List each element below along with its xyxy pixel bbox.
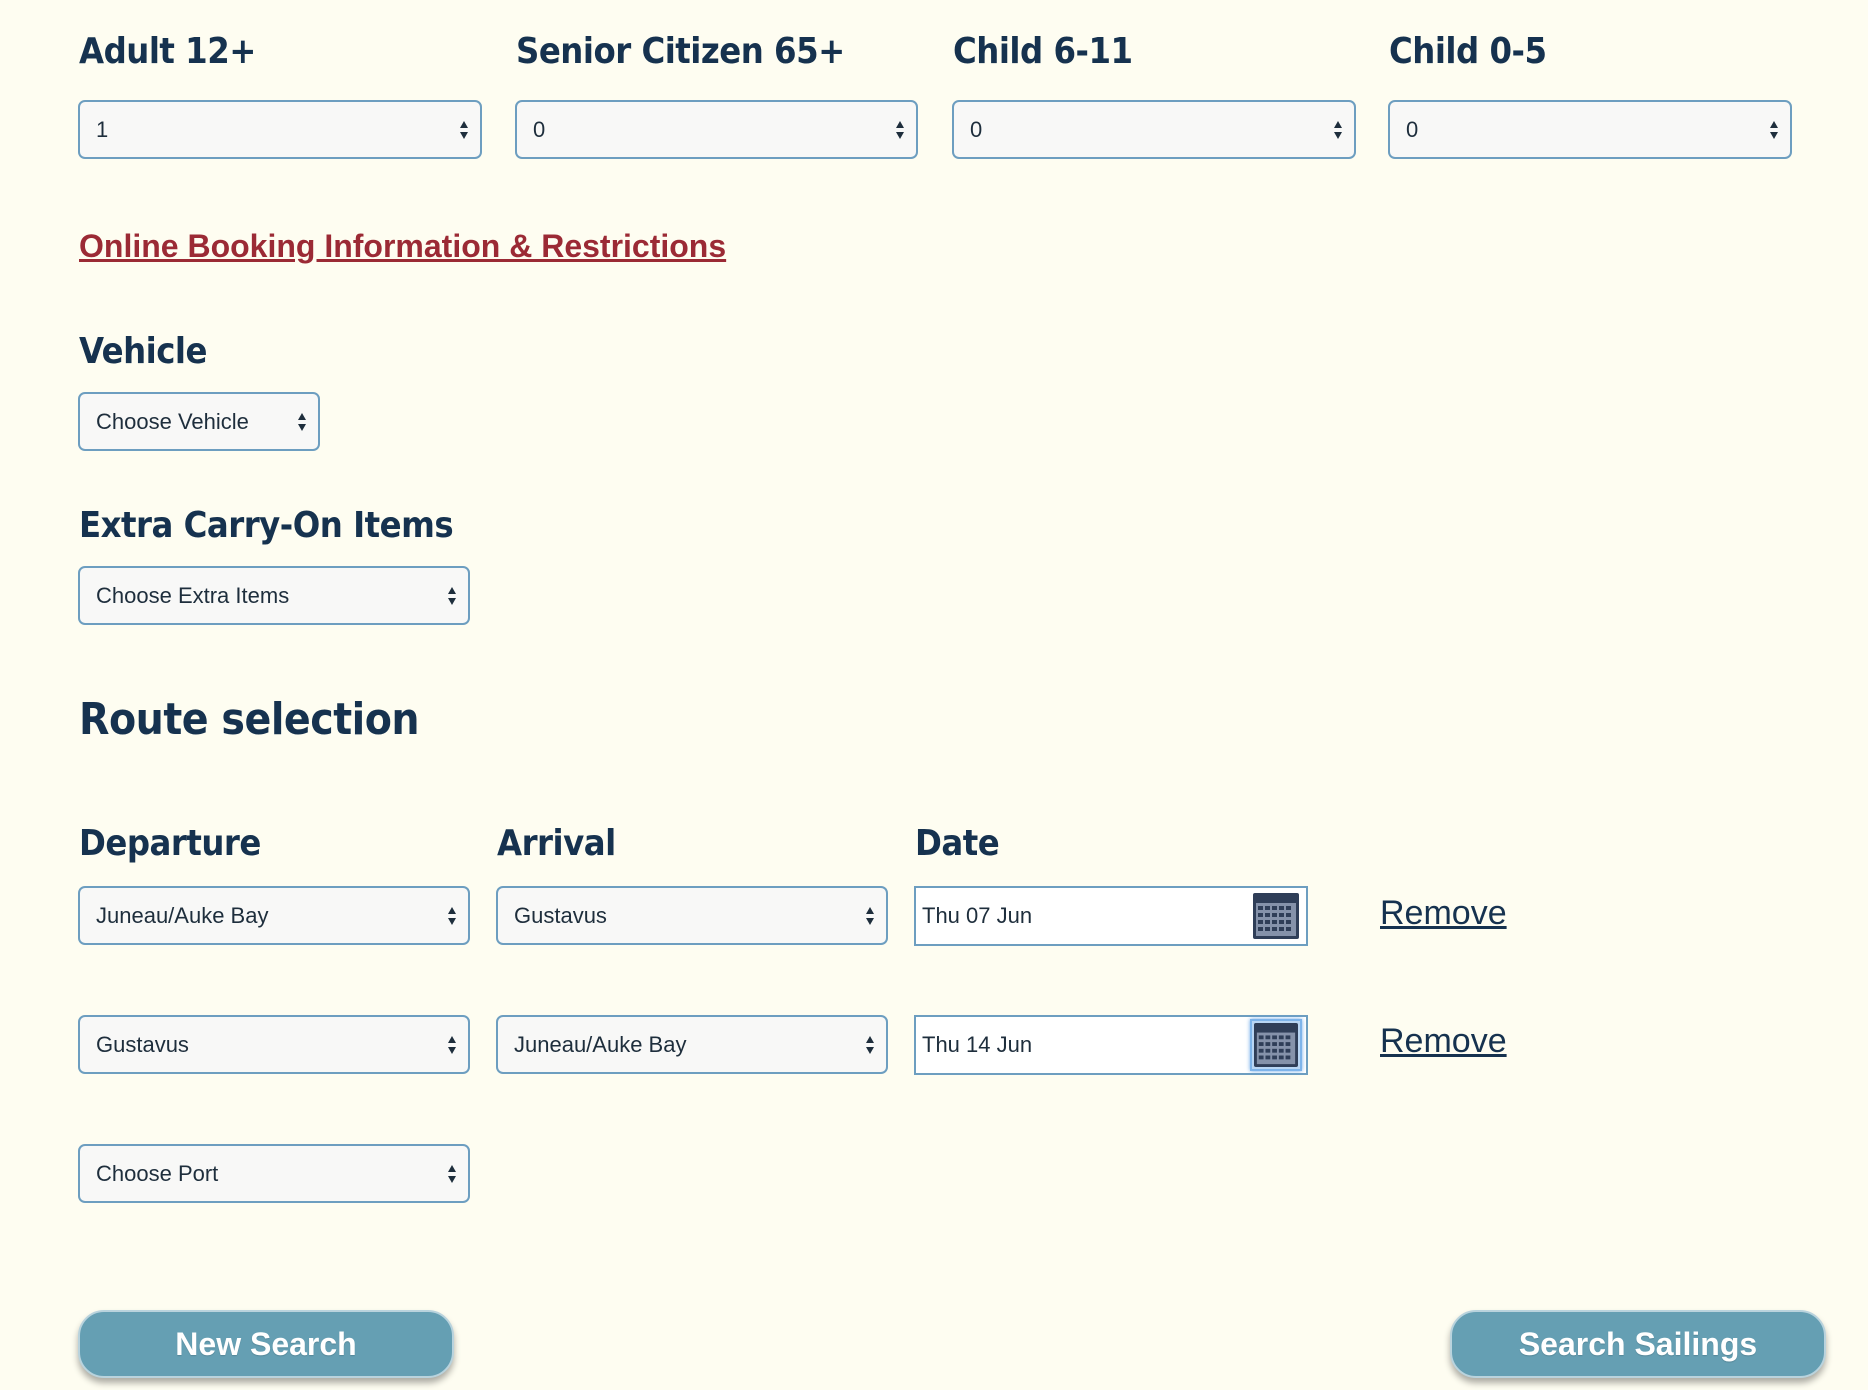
select-arrows-icon (448, 1035, 456, 1054)
select-arrows-icon (448, 586, 456, 605)
adult-select-value: 1 (96, 116, 109, 142)
select-arrows-icon (866, 906, 874, 925)
booking-info-link[interactable]: Online Booking Information & Restriction… (79, 228, 726, 265)
senior-select[interactable]: 0 (515, 100, 918, 159)
select-arrows-icon (1334, 120, 1342, 139)
leg-2-arrival-value: Juneau/Auke Bay (514, 1031, 687, 1057)
adult-label: Adult 12+ (79, 31, 256, 72)
leg-1-arrival-value: Gustavus (514, 902, 607, 928)
leg-1-date-value: Thu 07 Jun (922, 903, 1033, 928)
vehicle-select[interactable]: Choose Vehicle (78, 392, 320, 451)
child-6-11-select-value: 0 (970, 116, 983, 142)
select-arrows-icon (298, 412, 306, 431)
select-arrows-icon (896, 120, 904, 139)
leg-2-date-value: Thu 14 Jun (922, 1032, 1033, 1057)
leg-2-date-input[interactable]: Thu 14 Jun (914, 1015, 1308, 1075)
child-0-5-select[interactable]: 0 (1388, 100, 1792, 159)
child-6-11-label: Child 6-11 (953, 31, 1133, 72)
child-0-5-label: Child 0-5 (1389, 31, 1547, 72)
select-arrows-icon (866, 1035, 874, 1054)
child-0-5-select-value: 0 (1406, 116, 1419, 142)
leg-1-departure-select[interactable]: Juneau/Auke Bay (78, 886, 470, 945)
departure-label: Departure (79, 823, 261, 864)
extra-items-label: Extra Carry-On Items (79, 505, 454, 546)
next-port-select-value: Choose Port (96, 1160, 219, 1186)
leg-1-departure-value: Juneau/Auke Bay (96, 902, 269, 928)
select-arrows-icon (448, 1164, 456, 1183)
select-arrows-icon (1770, 120, 1778, 139)
senior-select-value: 0 (533, 116, 546, 142)
route-selection-title: Route selection (79, 694, 420, 745)
adult-select[interactable]: 1 (78, 100, 482, 159)
leg-2-departure-select[interactable]: Gustavus (78, 1015, 470, 1074)
senior-label: Senior Citizen 65+ (516, 31, 845, 72)
child-6-11-select[interactable]: 0 (952, 100, 1356, 159)
vehicle-select-value: Choose Vehicle (96, 408, 249, 434)
date-label: Date (915, 823, 1000, 864)
leg-1-date-input[interactable]: Thu 07 Jun (914, 886, 1308, 946)
leg-1-arrival-select[interactable]: Gustavus (496, 886, 888, 945)
next-port-select[interactable]: Choose Port (78, 1144, 470, 1203)
calendar-icon (1253, 893, 1299, 939)
vehicle-label: Vehicle (79, 331, 207, 372)
leg-1-remove-link[interactable]: Remove (1380, 894, 1507, 933)
extra-items-select-value: Choose Extra Items (96, 582, 290, 608)
arrival-label: Arrival (497, 823, 616, 864)
extra-items-select[interactable]: Choose Extra Items (78, 566, 470, 625)
leg-1-calendar-button[interactable] (1250, 890, 1302, 942)
select-arrows-icon (448, 906, 456, 925)
leg-2-remove-link[interactable]: Remove (1380, 1022, 1507, 1061)
leg-2-arrival-select[interactable]: Juneau/Auke Bay (496, 1015, 888, 1074)
new-search-button[interactable]: New Search (78, 1310, 454, 1378)
search-sailings-button[interactable]: Search Sailings (1450, 1310, 1826, 1378)
leg-2-departure-value: Gustavus (96, 1031, 189, 1057)
calendar-icon (1254, 1023, 1298, 1067)
leg-2-calendar-button[interactable] (1250, 1019, 1302, 1071)
select-arrows-icon (460, 120, 468, 139)
